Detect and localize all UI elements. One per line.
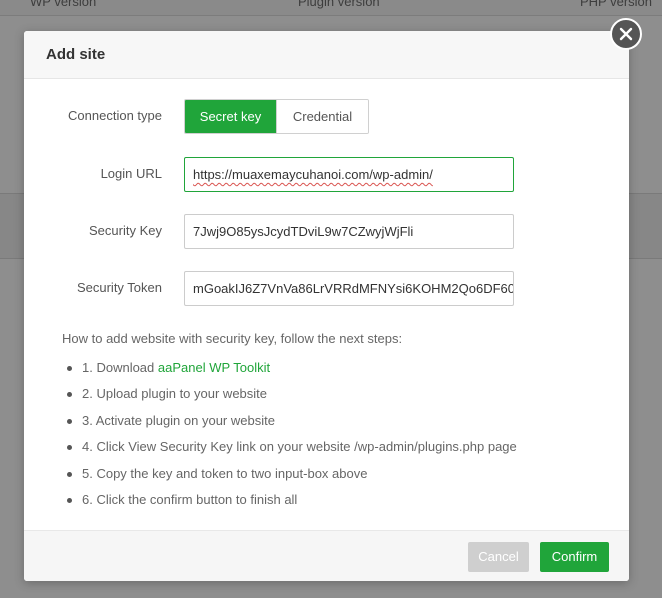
help-step: 3. Activate plugin on your website (62, 408, 602, 434)
dialog-header: Add site (24, 31, 629, 79)
bullet-icon (67, 471, 72, 477)
connection-type-label: Connection type (68, 108, 162, 123)
step-text: 6. Click the confirm button to finish al… (82, 491, 298, 507)
column-plugin-version: Plugin version (298, 0, 380, 9)
step-text: 3. Activate plugin on your website (82, 412, 275, 428)
security-key-input[interactable]: 7Jwj9O85ysJcydTDviL9w7CZwyjWjFli (184, 214, 514, 249)
step-text: 2. Upload plugin to your website (82, 386, 268, 402)
credential-option[interactable]: Credential (276, 100, 368, 133)
help-step: 5. Copy the key and token to two input-b… (62, 461, 602, 487)
secret-key-option[interactable]: Secret key (185, 100, 276, 133)
add-site-dialog: Add site Connection type Secret key Cred… (24, 31, 629, 581)
column-wp-version: WP version (30, 0, 97, 9)
close-icon (619, 27, 633, 41)
login-url-label: Login URL (100, 166, 162, 181)
column-php-version: PHP version (580, 0, 653, 9)
cancel-button[interactable]: Cancel (468, 542, 529, 572)
login-url-value: https://muaxemaycuhanoi.com/wp-admin/ (193, 167, 433, 182)
step-text: 1. Download (82, 360, 158, 375)
connection-type-row: Connection type Secret key Credential (24, 99, 629, 134)
step-text: 4. Click View Security Key link on your … (82, 439, 517, 455)
security-token-row: Security Token mGoakIJ6Z7VnVa86LrVRRdMFN… (24, 271, 629, 306)
confirm-button[interactable]: Confirm (540, 542, 609, 572)
bullet-icon (67, 366, 72, 371)
help-step: 6. Click the confirm button to finish al… (62, 487, 602, 513)
bullet-icon (67, 392, 72, 398)
bullet-icon (67, 418, 72, 424)
background-table-header: WP version Plugin version PHP version (0, 0, 662, 16)
security-token-input[interactable]: mGoakIJ6Z7VnVa86LrVRRdMFNYsi6KOHM2Qo6DF6… (184, 271, 514, 306)
connection-type-toggle: Secret key Credential (184, 99, 369, 134)
help-instructions: How to add website with security key, fo… (62, 329, 602, 513)
help-step: 4. Click View Security Key link on your … (62, 434, 602, 460)
dialog-footer: Cancel Confirm (24, 530, 629, 581)
help-steps-list: 1. Download aaPanel WP Toolkit 2. Upload… (62, 355, 602, 513)
help-step: 2. Upload plugin to your website (62, 381, 602, 407)
close-dialog-button[interactable] (610, 18, 642, 50)
help-title: How to add website with security key, fo… (62, 331, 403, 346)
security-key-label: Security Key (89, 223, 162, 238)
step-text: 5. Copy the key and token to two input-b… (82, 465, 368, 481)
security-key-row: Security Key 7Jwj9O85ysJcydTDviL9w7CZwyj… (24, 214, 629, 249)
help-step: 1. Download aaPanel WP Toolkit (62, 355, 602, 381)
login-url-row: Login URL https://muaxemaycuhanoi.com/wp… (24, 157, 629, 192)
wp-toolkit-download-link[interactable]: aaPanel WP Toolkit (158, 360, 270, 375)
security-token-label: Security Token (76, 280, 162, 295)
dialog-title: Add site (46, 46, 106, 63)
login-url-input[interactable]: https://muaxemaycuhanoi.com/wp-admin/ (184, 157, 514, 192)
bullet-icon (67, 445, 72, 451)
bullet-icon (67, 497, 72, 503)
